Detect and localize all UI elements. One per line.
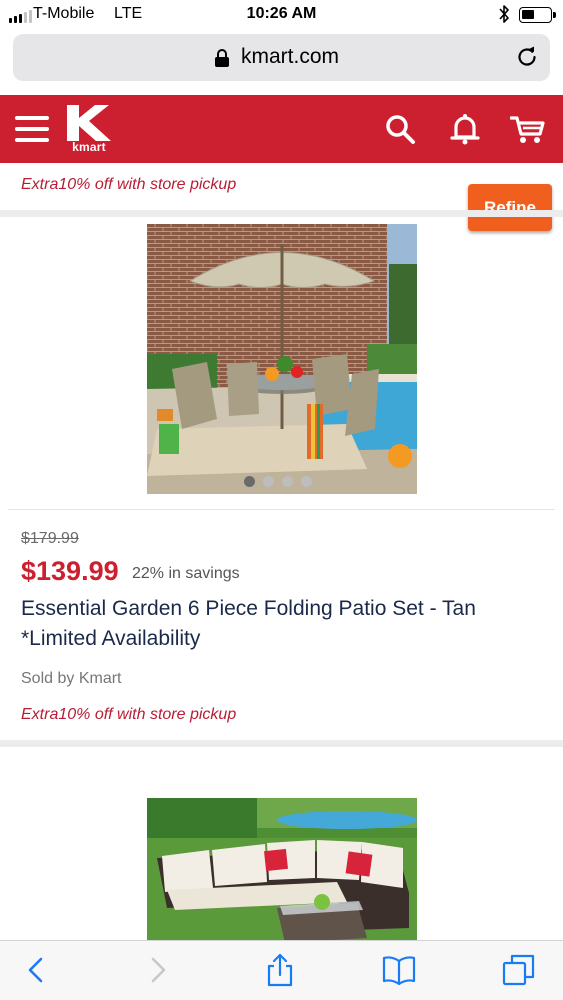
- product-image[interactable]: [147, 224, 417, 494]
- product-store-pickup-promo: Extra10% off with store pickup: [21, 706, 237, 723]
- bluetooth-icon: [499, 5, 509, 23]
- battery-icon: [519, 7, 556, 23]
- seller-label: Sold by Kmart: [21, 670, 122, 687]
- tabs-icon[interactable]: [502, 953, 536, 987]
- carousel-dot[interactable]: [301, 476, 312, 487]
- url-text: kmart.com: [241, 45, 340, 68]
- forward-icon[interactable]: [140, 953, 174, 987]
- kmart-logo[interactable]: kmart: [63, 105, 115, 154]
- product-image[interactable]: [147, 798, 417, 940]
- reload-icon[interactable]: [515, 45, 539, 69]
- carousel-dot[interactable]: [244, 476, 255, 487]
- image-carousel-dots[interactable]: [244, 476, 312, 487]
- back-icon[interactable]: [20, 953, 54, 987]
- carousel-dot[interactable]: [263, 476, 274, 487]
- divider: [8, 509, 555, 510]
- browser-toolbar: [0, 940, 563, 1000]
- bell-icon[interactable]: [448, 112, 482, 146]
- section-divider: [0, 210, 563, 217]
- site-header: kmart: [0, 95, 563, 163]
- patio-set-photo: [147, 224, 417, 494]
- sectional-set-photo: [147, 798, 417, 940]
- cart-icon[interactable]: [510, 112, 546, 146]
- status-time: 10:26 AM: [246, 5, 317, 22]
- sale-price: $139.99: [21, 556, 119, 586]
- menu-icon[interactable]: [15, 116, 49, 142]
- original-price: $179.99: [21, 530, 79, 547]
- store-pickup-promo: Extra10% off with store pickup: [21, 176, 237, 193]
- address-bar[interactable]: kmart.com: [13, 34, 550, 81]
- share-icon[interactable]: [263, 953, 297, 987]
- kmart-k-icon: [67, 105, 111, 141]
- savings-label: 22% in savings: [132, 565, 240, 582]
- lock-icon: [215, 49, 229, 67]
- product-title-link[interactable]: Essential Garden 6 Piece Folding Patio S…: [21, 594, 541, 654]
- refine-button[interactable]: Refine: [468, 184, 552, 231]
- page: T-Mobile LTE 10:26 AM kmart.com kmart Ex…: [0, 0, 563, 1000]
- logo-text: kmart: [72, 140, 106, 154]
- section-divider: [0, 740, 563, 747]
- bookmarks-icon[interactable]: [382, 953, 416, 987]
- status-bar: T-Mobile LTE 10:26 AM: [0, 0, 563, 30]
- search-icon[interactable]: [383, 112, 417, 146]
- carousel-dot[interactable]: [282, 476, 293, 487]
